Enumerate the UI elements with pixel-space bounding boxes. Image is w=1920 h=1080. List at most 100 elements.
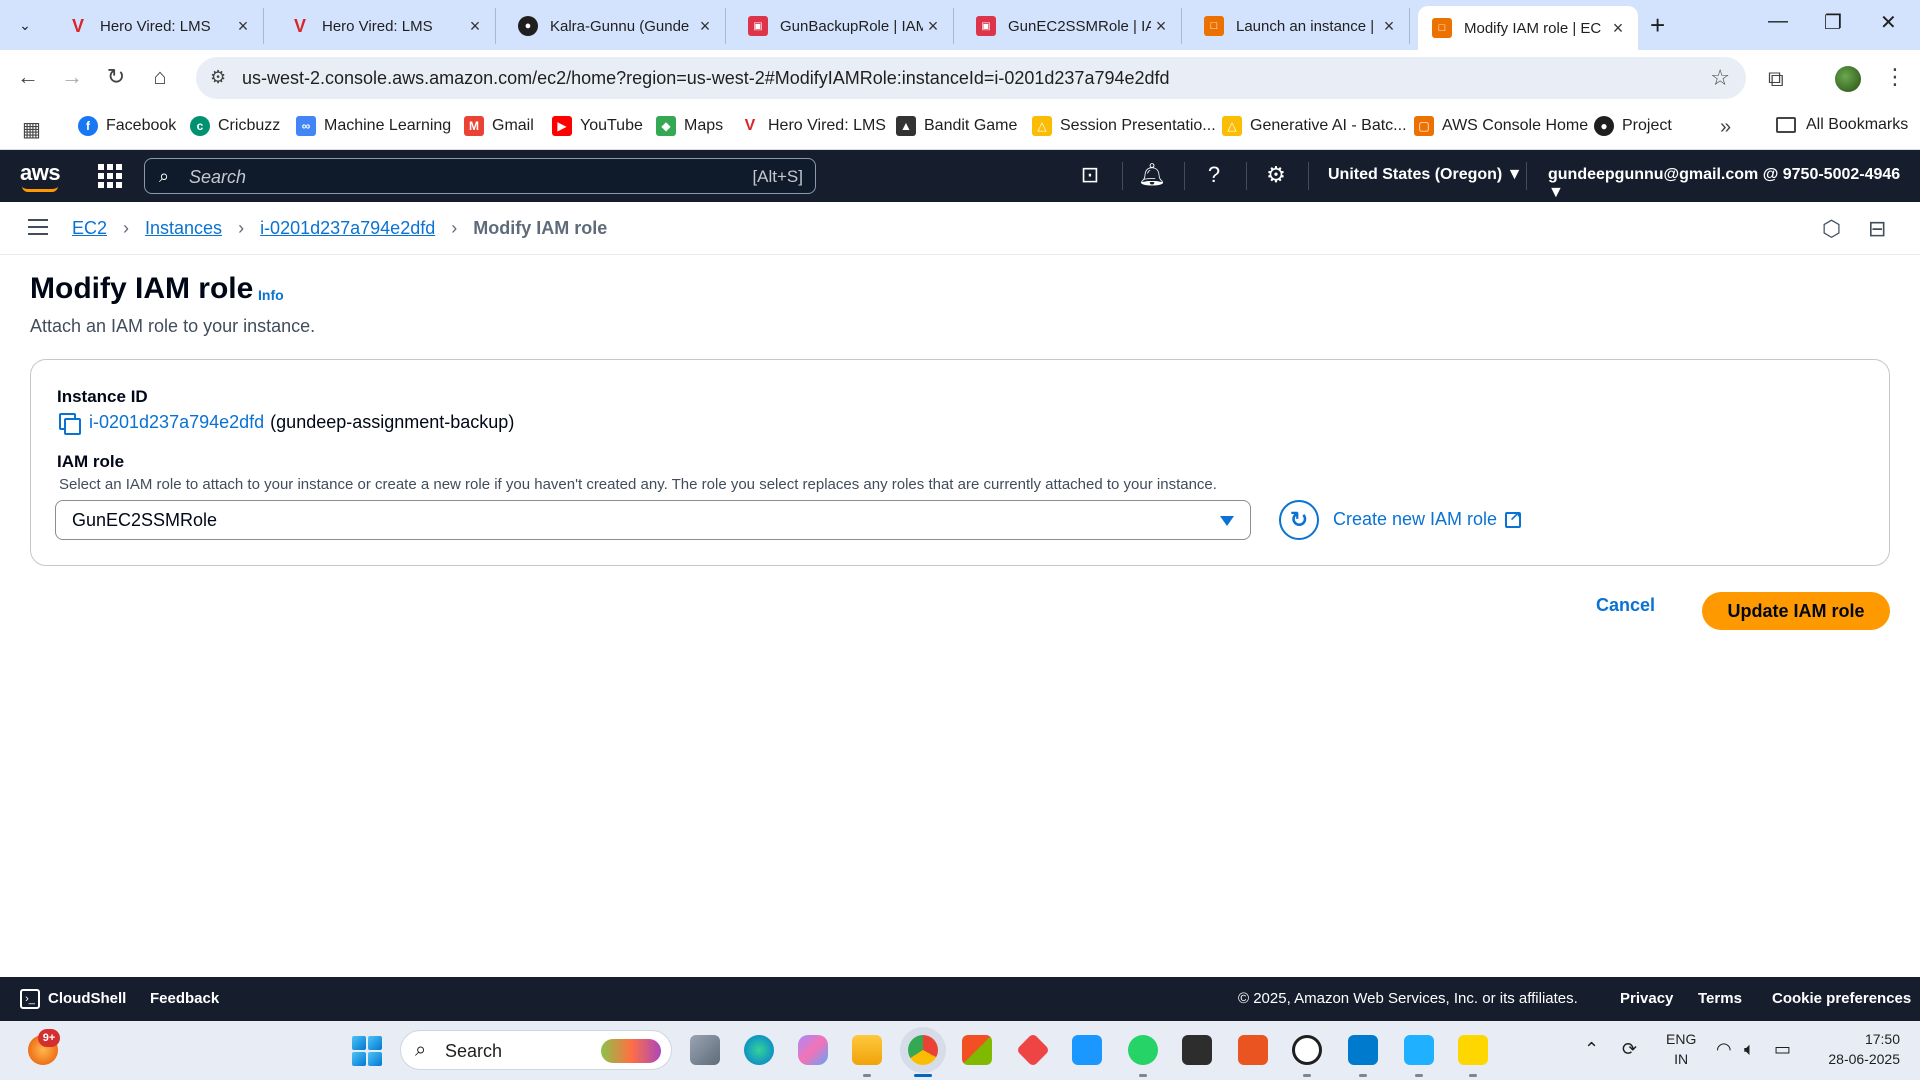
url-text[interactable]: us-west-2.console.aws.amazon.com/ec2/hom… xyxy=(242,68,1170,89)
breadcrumb-instance-id[interactable]: i-0201d237a794e2dfd xyxy=(260,218,435,239)
apps-grid-icon[interactable]: ▦ xyxy=(22,117,41,142)
breadcrumb-ec2[interactable]: EC2 xyxy=(72,218,107,239)
edge-icon[interactable] xyxy=(744,1035,774,1065)
cancel-button[interactable]: Cancel xyxy=(1596,595,1655,616)
sync-icon[interactable]: ⟳ xyxy=(1622,1039,1637,1060)
services-grid-icon[interactable] xyxy=(98,164,122,188)
cloudshell-icon[interactable]: ›_ xyxy=(20,989,40,1009)
volume-icon[interactable]: 🔈︎ xyxy=(1744,1039,1755,1060)
close-tab-icon[interactable]: × xyxy=(465,16,485,37)
bookmark-cricbuzz[interactable]: c Cricbuzz xyxy=(190,116,280,136)
info-link[interactable]: Info xyxy=(258,287,284,303)
cloudshell-link[interactable]: CloudShell xyxy=(48,990,126,1007)
browser-tab[interactable]: V Hero Vired: LMS × xyxy=(54,8,264,44)
back-icon[interactable]: ← xyxy=(14,64,42,90)
bookmark-star-icon[interactable]: ☆ xyxy=(1710,65,1730,91)
feedback-link[interactable]: Feedback xyxy=(150,990,219,1007)
breadcrumb-instances[interactable]: Instances xyxy=(145,218,222,239)
ubuntu-icon[interactable] xyxy=(1238,1035,1268,1065)
close-tab-icon[interactable]: × xyxy=(233,16,253,37)
instance-id-link[interactable]: i-0201d237a794e2dfd xyxy=(89,412,264,433)
taskbar-search[interactable]: ⌕ Search xyxy=(400,1030,672,1070)
cloudshell-icon[interactable]: ⊡ xyxy=(1076,162,1104,188)
close-window-icon[interactable]: ✕ xyxy=(1880,10,1897,35)
vscode-icon[interactable] xyxy=(1348,1035,1378,1065)
close-tab-icon[interactable]: × xyxy=(695,16,715,37)
all-bookmarks[interactable]: All Bookmarks xyxy=(1776,116,1908,134)
browser-tab[interactable]: ▣ GunEC2SSMRole | IA × xyxy=(962,8,1182,44)
whatsapp-icon[interactable] xyxy=(1128,1035,1158,1065)
iam-role-select[interactable]: GunEC2SSMRole xyxy=(55,500,1251,540)
bookmark-label: AWS Console Home xyxy=(1442,117,1589,134)
privacy-link[interactable]: Privacy xyxy=(1620,990,1673,1007)
language-indicator[interactable]: ENG IN xyxy=(1666,1029,1696,1069)
browser-tab[interactable]: □ Launch an instance | × xyxy=(1190,8,1410,44)
help-icon[interactable]: ? xyxy=(1200,162,1228,188)
home-icon[interactable]: ⌂ xyxy=(146,64,174,90)
bookmark-project[interactable]: ● Project xyxy=(1594,116,1672,136)
bookmark-aws-console-home[interactable]: ▢ AWS Console Home xyxy=(1414,116,1588,136)
terminal-icon[interactable] xyxy=(1182,1035,1212,1065)
new-tab-icon[interactable]: + xyxy=(1650,10,1665,41)
bookmark-youtube[interactable]: ▶ YouTube xyxy=(552,116,643,136)
restore-icon[interactable]: ❐ xyxy=(1824,10,1842,35)
chatgpt-icon[interactable] xyxy=(1292,1035,1322,1065)
browser-tab[interactable]: ● Kalra-Gunnu (Gunde × xyxy=(504,8,726,44)
browser-tab[interactable]: ▣ GunBackupRole | IAM × xyxy=(734,8,954,44)
aws-search-input[interactable]: ⌕ Search [Alt+S] xyxy=(144,158,816,194)
system-clock[interactable]: 17:50 28-06-2025 xyxy=(1810,1029,1900,1069)
cookie-preferences-link[interactable]: Cookie preferences xyxy=(1772,990,1911,1007)
account-menu[interactable]: gundeepgunnu@gmail.com @ 9750-5002-4946 … xyxy=(1548,166,1920,202)
task-view-icon[interactable] xyxy=(690,1035,720,1065)
minimize-icon[interactable]: — xyxy=(1768,10,1788,33)
close-tab-icon[interactable]: × xyxy=(1608,18,1628,39)
terms-link[interactable]: Terms xyxy=(1698,990,1742,1007)
notifications-bell-icon[interactable]: 🔔︎ xyxy=(1138,162,1166,188)
sticky-notes-icon[interactable] xyxy=(1458,1035,1488,1065)
aws-logo[interactable]: aws xyxy=(20,160,61,192)
copy-icon[interactable] xyxy=(59,412,81,435)
region-selector[interactable]: United States (Oregon) ▼ xyxy=(1328,166,1523,184)
close-tab-icon[interactable]: × xyxy=(1151,16,1171,37)
bookmark-maps[interactable]: ◆ Maps xyxy=(656,116,723,136)
bookmark-generative-ai[interactable]: △ Generative AI - Batc... xyxy=(1222,116,1407,136)
notepad-icon[interactable] xyxy=(1404,1035,1434,1065)
bookmark-hero-vired[interactable]: V Hero Vired: LMS xyxy=(740,116,886,136)
bookmark-session-presentation[interactable]: △ Session Presentatio... xyxy=(1032,116,1216,136)
more-bookmarks-icon[interactable]: » xyxy=(1720,116,1731,139)
bookmark-facebook[interactable]: f Facebook xyxy=(78,116,176,136)
chrome-icon[interactable] xyxy=(908,1035,938,1065)
bookmarks-bar: ▦ f Facebook c Cricbuzz ∞ Machine Learning … xyxy=(0,106,1920,150)
copilot-icon[interactable] xyxy=(798,1035,828,1065)
file-explorer-icon[interactable] xyxy=(852,1035,882,1065)
profile-avatar[interactable] xyxy=(1835,66,1861,92)
site-info-icon[interactable]: ⚙ xyxy=(210,67,226,88)
omnibox[interactable]: ⚙ us-west-2.console.aws.amazon.com/ec2/h… xyxy=(196,57,1746,99)
bookmark-bandit-game[interactable]: ▲ Bandit Game xyxy=(896,116,1017,136)
forward-icon[interactable]: → xyxy=(58,64,86,90)
refresh-roles-icon[interactable]: ↻ xyxy=(1279,500,1319,540)
bookmark-machine-learning[interactable]: ∞ Machine Learning xyxy=(296,116,451,136)
tab-search-chevron-icon[interactable]: ⌄ xyxy=(8,8,42,42)
git-icon[interactable] xyxy=(1016,1033,1050,1067)
browser-tab[interactable]: V Hero Vired: LMS × xyxy=(276,8,496,44)
wifi-icon[interactable]: ◠ xyxy=(1716,1039,1732,1060)
menu-kebab-icon[interactable]: ⋮ xyxy=(1884,64,1906,90)
close-tab-icon[interactable]: × xyxy=(923,16,943,37)
display-settings-icon[interactable]: ⊟ xyxy=(1868,216,1886,242)
battery-icon[interactable]: ▭ xyxy=(1774,1039,1791,1060)
side-nav-menu-icon[interactable] xyxy=(28,219,48,235)
close-tab-icon[interactable]: × xyxy=(1379,16,1399,37)
microsoft-store-icon[interactable] xyxy=(962,1035,992,1065)
reload-icon[interactable]: ↻ xyxy=(102,64,130,90)
show-hidden-icons-chevron-icon[interactable]: ⌃ xyxy=(1584,1039,1599,1060)
windows-start-icon[interactable] xyxy=(352,1036,382,1066)
notifications-hexagon-icon[interactable]: ⬡ xyxy=(1822,216,1841,242)
prime-video-icon[interactable] xyxy=(1072,1035,1102,1065)
browser-tab-active[interactable]: □ Modify IAM role | EC × xyxy=(1418,6,1638,50)
extensions-icon[interactable]: ⧉ xyxy=(1768,66,1784,92)
bookmark-gmail[interactable]: M Gmail xyxy=(464,116,534,136)
create-new-iam-role-link[interactable]: Create new IAM role xyxy=(1333,508,1522,530)
settings-gear-icon[interactable]: ⚙ xyxy=(1262,162,1290,188)
update-iam-role-button[interactable]: Update IAM role xyxy=(1702,592,1890,630)
